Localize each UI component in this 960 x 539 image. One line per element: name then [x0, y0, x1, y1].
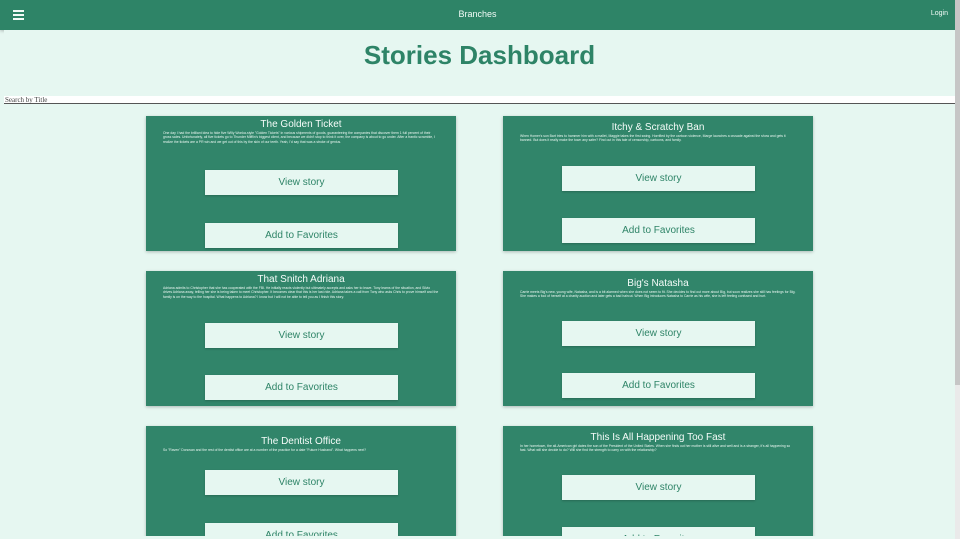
- page-title: Stories Dashboard: [363, 40, 596, 70]
- story-card: Big's Natasha Carrie meets Big's new, yo…: [503, 271, 813, 406]
- story-title: The Golden Ticket: [260, 119, 342, 130]
- page-header: Stories Dashboard: [4, 30, 955, 96]
- story-title: The Dentist Office: [261, 436, 341, 447]
- story-blurb: Adriana admits to Christopher that she h…: [163, 286, 439, 299]
- view-story-button[interactable]: View story: [205, 170, 398, 195]
- story-card: The Dentist Office So "Raven" Donovan an…: [146, 426, 456, 536]
- add-to-favorites-button[interactable]: Add to Favorites: [562, 218, 755, 243]
- search-input[interactable]: [5, 95, 405, 104]
- view-story-button[interactable]: View story: [562, 321, 755, 346]
- login-link[interactable]: Login: [931, 10, 948, 17]
- view-story-button[interactable]: View story: [562, 475, 755, 500]
- add-to-favorites-button[interactable]: Add to Favorites: [205, 523, 398, 536]
- vertical-scrollbar[interactable]: [955, 0, 960, 539]
- search-bar: [4, 95, 955, 104]
- story-card: This Is All Happening Too Fast In her ho…: [503, 426, 813, 536]
- story-card: That Snitch Adriana Adriana admits to Ch…: [146, 271, 456, 406]
- add-to-favorites-button[interactable]: Add to Favorites: [562, 527, 755, 536]
- scrollbar-thumb[interactable]: [955, 0, 960, 385]
- story-blurb: Carrie meets Big's new, young wife, Nata…: [520, 290, 796, 299]
- app-title: Branches: [458, 9, 497, 19]
- view-story-button[interactable]: View story: [205, 323, 398, 348]
- story-card: The Golden Ticket One day I had the bril…: [146, 116, 456, 251]
- story-blurb: So "Raven" Donovan and the rest of the d…: [163, 448, 367, 452]
- top-app-bar: Branches Login: [0, 0, 955, 30]
- story-blurb: In her hometown, the all-American girl d…: [520, 444, 791, 453]
- story-title: Itchy & Scratchy Ban: [611, 122, 705, 133]
- add-to-favorites-button[interactable]: Add to Favorites: [562, 373, 755, 398]
- story-card: Itchy & Scratchy Ban When Homer's son Ba…: [503, 116, 813, 251]
- view-story-button[interactable]: View story: [562, 166, 755, 191]
- add-to-favorites-button[interactable]: Add to Favorites: [205, 375, 398, 400]
- story-blurb: One day I had the brilliant idea to hide…: [163, 131, 435, 144]
- story-grid: The Golden Ticket One day I had the bril…: [4, 104, 955, 536]
- story-title: Big's Natasha: [627, 278, 689, 289]
- add-to-favorites-button[interactable]: Add to Favorites: [205, 223, 398, 248]
- view-story-button[interactable]: View story: [205, 470, 398, 495]
- story-title: That Snitch Adriana: [257, 274, 345, 285]
- story-title: This Is All Happening Too Fast: [590, 432, 726, 443]
- story-blurb: When Homer's son Bart tries to hammer hi…: [520, 134, 786, 143]
